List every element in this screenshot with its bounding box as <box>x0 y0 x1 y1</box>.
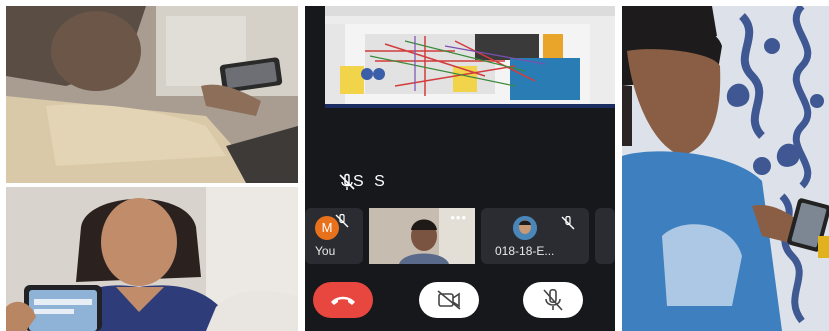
photo-woman-with-phone <box>6 187 298 331</box>
participant-tile-video[interactable]: ••• <box>369 208 475 264</box>
avatar <box>513 216 537 240</box>
photo-man-with-phone <box>6 6 298 183</box>
photo-man-with-phone-curtain <box>622 6 829 331</box>
more-options-icon[interactable]: ••• <box>450 210 467 225</box>
mic-off-icon <box>543 288 563 311</box>
video-call-screen: S S M You ••• 018-18-E... <box>305 6 615 331</box>
camera-toggle-button[interactable] <box>419 282 479 318</box>
participant-tile-partial[interactable] <box>595 208 615 264</box>
participant-tile-remote[interactable]: 018-18-E... <box>481 208 589 264</box>
phone-hangup-icon <box>331 296 355 305</box>
mic-off-icon <box>561 216 575 230</box>
end-call-button[interactable] <box>313 282 373 318</box>
participant-tile-you[interactable]: M You <box>305 208 363 264</box>
camera-off-icon <box>437 290 461 310</box>
mic-toggle-button[interactable] <box>523 282 583 318</box>
mic-off-icon <box>339 173 355 190</box>
mic-off-icon <box>335 214 349 228</box>
participant-label: 018-18-E... <box>495 244 555 258</box>
presenter-name: S S <box>353 173 388 190</box>
participant-label: You <box>315 244 336 258</box>
